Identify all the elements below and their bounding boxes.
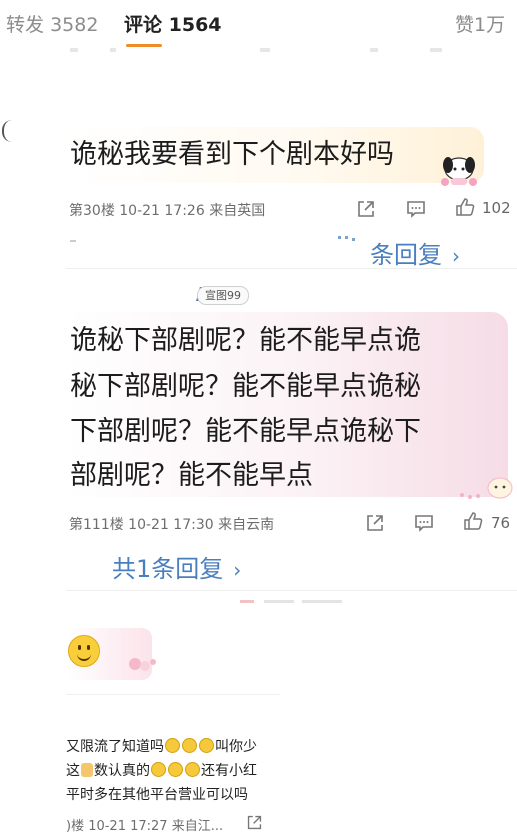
active-tab-indicator — [126, 44, 162, 47]
image-text-line: 平时多在其他平台营业可以吗 — [66, 787, 248, 803]
replies-label: 条回复 — [370, 241, 442, 269]
image-text: 这 — [66, 763, 80, 779]
view-replies-link[interactable]: 条回复 › — [370, 235, 460, 270]
comment-text-line: 诡秘下部剧呢？能不能早点诡 — [70, 325, 421, 356]
tab-comments-count: 1564 — [168, 14, 222, 36]
cropped-row-remnant — [70, 48, 450, 56]
image-text: 还有小红 — [201, 763, 257, 779]
tab-likes[interactable]: 赞1万 — [455, 10, 505, 37]
comment-divider — [66, 268, 517, 269]
comment-divider — [66, 590, 517, 591]
sticker-decoration-icon — [129, 658, 156, 671]
like-count: 102 — [482, 199, 511, 217]
sticker-decoration-icon — [460, 477, 513, 499]
cropped-fragment — [338, 236, 358, 246]
tab-repost[interactable]: 转发 3582 — [6, 10, 98, 37]
comment-icon[interactable] — [414, 513, 434, 533]
like-count: 76 — [491, 514, 511, 532]
tab-repost-label: 转发 — [6, 14, 45, 36]
pochacco-sticker-icon — [441, 157, 477, 186]
like-icon[interactable] — [455, 197, 475, 217]
chevron-right-icon: › — [233, 558, 242, 582]
like-icon[interactable] — [463, 511, 483, 531]
tab-comments[interactable]: 评论 1564 — [124, 10, 222, 37]
image-divider — [66, 694, 280, 695]
tab-comments-label: 评论 — [124, 14, 163, 36]
comment-icon[interactable] — [406, 199, 426, 219]
cropped-row-remnant — [240, 600, 360, 604]
smiley-icon — [68, 635, 100, 667]
tab-likes-label: 赞 — [455, 14, 475, 36]
replies-label: 共1条回复 — [112, 555, 224, 583]
comment-meta: 第30楼 10-21 17:26 来自英国 — [69, 203, 266, 219]
image-text: 数认真的 — [94, 763, 150, 779]
image-text: 叫你少 — [215, 739, 257, 755]
share-icon[interactable] — [246, 814, 263, 831]
share-icon[interactable] — [356, 199, 376, 219]
comment-meta: 第111楼 10-21 17:30 来自云南 — [69, 517, 275, 533]
comment-text-line: 秘下部剧呢？能不能早点诡秘 — [70, 371, 421, 402]
comment-text-line: 下部剧呢？能不能早点诡秘下 — [70, 416, 421, 447]
image-text-line: 又限流了知道吗 叫你少 — [66, 736, 257, 756]
comment-meta: )楼 10-21 17:27 来自江... — [66, 819, 224, 834]
image-text-line: 这数认真的 还有小红 — [66, 760, 257, 780]
comment-text-line: 部剧呢？能不能早点 — [70, 460, 313, 491]
cropped-fragment — [70, 240, 76, 242]
view-replies-link[interactable]: 共1条回复 › — [112, 549, 241, 584]
chevron-right-icon: › — [452, 244, 460, 268]
tab-repost-count: 3582 — [50, 14, 99, 36]
comment-tab-bar: 转发 3582 评论 1564 赞1万 — [0, 0, 517, 48]
cropped-avatar-edge — [2, 120, 14, 142]
fan-badge: 宣图99 — [197, 286, 249, 305]
comment-text: 诡秘我要看到下个剧本好吗 — [70, 139, 394, 170]
tab-likes-count: 1万 — [474, 14, 506, 36]
image-text: 又限流了知道吗 — [66, 739, 164, 755]
share-icon[interactable] — [365, 513, 385, 533]
